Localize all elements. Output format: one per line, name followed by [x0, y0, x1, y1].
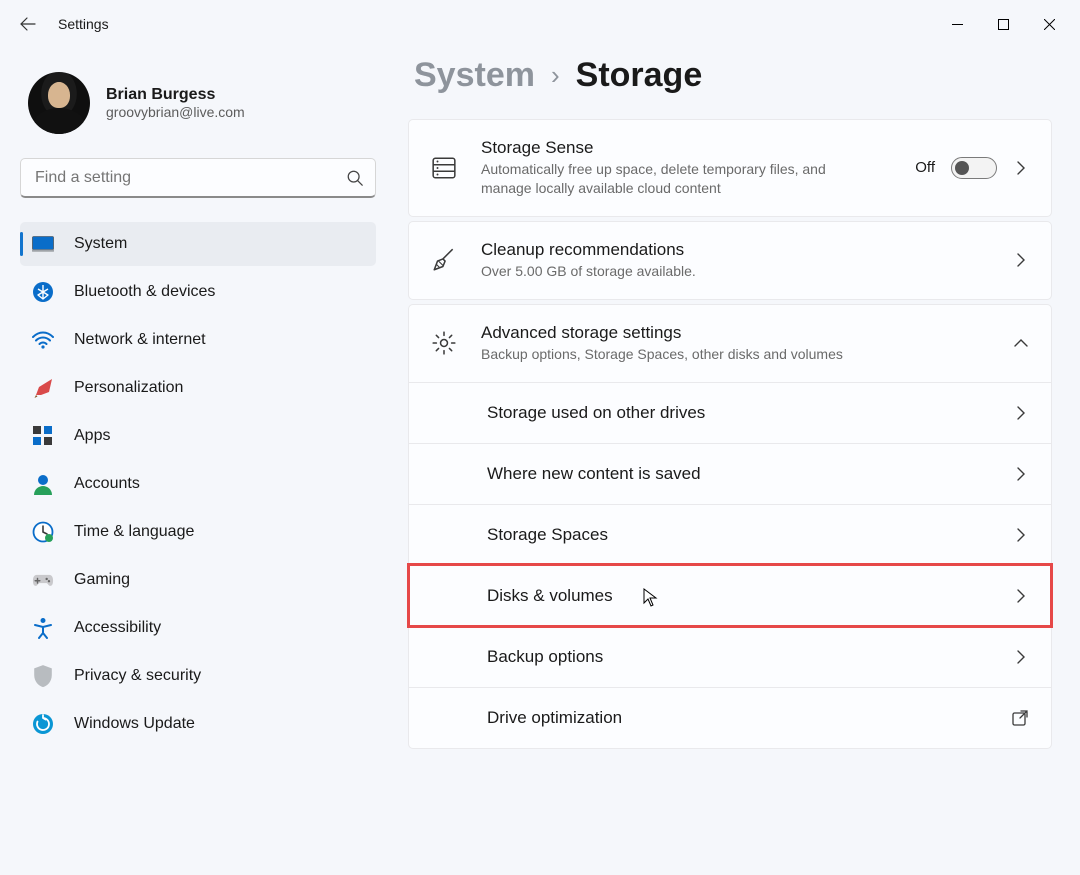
cleanup-card[interactable]: Cleanup recommendations Over 5.00 GB of …: [408, 221, 1052, 300]
minimize-button[interactable]: [934, 8, 980, 40]
back-button[interactable]: [8, 4, 48, 44]
advanced-header[interactable]: Advanced storage settings Backup options…: [409, 305, 1051, 382]
sidebar-item-accounts[interactable]: Accounts: [20, 462, 376, 506]
chevron-right-icon: [1013, 466, 1029, 482]
sidebar-item-label: Gaming: [74, 571, 130, 589]
profile-name: Brian Burgess: [106, 86, 245, 104]
profile-block[interactable]: Brian Burgess groovybrian@live.com: [20, 72, 376, 158]
sidebar-item-system[interactable]: System: [20, 222, 376, 266]
advanced-item-disks-volumes[interactable]: Disks & volumes: [409, 565, 1051, 626]
gear-icon: [431, 330, 457, 356]
breadcrumb-parent[interactable]: System: [414, 56, 535, 95]
chevron-right-icon: [1013, 160, 1029, 176]
sidebar-item-label: Windows Update: [74, 715, 195, 733]
sidebar-item-update[interactable]: Windows Update: [20, 702, 376, 746]
advanced-item-drive-optimization[interactable]: Drive optimization: [409, 687, 1051, 748]
sidebar: Brian Burgess groovybrian@live.com Syste…: [8, 48, 388, 875]
sidebar-item-gaming[interactable]: Gaming: [20, 558, 376, 602]
sidebar-item-label: Apps: [74, 427, 110, 445]
sidebar-item-label: Privacy & security: [74, 667, 201, 685]
row-title: Disks & volumes: [487, 586, 613, 606]
external-link-icon: [1011, 709, 1029, 727]
search-input[interactable]: [20, 158, 376, 198]
chevron-right-icon: [1013, 649, 1029, 665]
broom-icon: [431, 247, 457, 273]
breadcrumb-current: Storage: [576, 56, 703, 95]
row-title: Backup options: [487, 647, 603, 667]
brush-icon: [32, 377, 54, 399]
sidebar-item-label: Network & internet: [74, 331, 206, 349]
update-icon: [32, 713, 54, 735]
search-container: [20, 158, 376, 198]
advanced-item-new-content[interactable]: Where new content is saved: [409, 443, 1051, 504]
close-button[interactable]: [1026, 8, 1072, 40]
content: System › Storage Storage Sense Automatic…: [388, 48, 1072, 875]
avatar: [28, 72, 90, 134]
profile-email: groovybrian@live.com: [106, 104, 245, 120]
chevron-right-icon: ›: [551, 60, 560, 91]
arrow-left-icon: [20, 16, 36, 32]
toggle-label: Off: [915, 159, 935, 176]
shield-icon: [32, 665, 54, 687]
row-subtitle: Automatically free up space, delete temp…: [481, 160, 841, 198]
nav: System Bluetooth & devices Network & int…: [20, 222, 376, 746]
cursor-icon: [643, 588, 659, 608]
gamepad-icon: [32, 569, 54, 591]
sidebar-item-label: Time & language: [74, 523, 194, 541]
sidebar-item-privacy[interactable]: Privacy & security: [20, 654, 376, 698]
advanced-card: Advanced storage settings Backup options…: [408, 304, 1052, 749]
row-title: Storage Spaces: [487, 525, 608, 545]
sidebar-item-label: Accessibility: [74, 619, 161, 637]
sidebar-item-label: Bluetooth & devices: [74, 283, 215, 301]
sidebar-item-label: Personalization: [74, 379, 183, 397]
chevron-right-icon: [1013, 405, 1029, 421]
row-subtitle: Backup options, Storage Spaces, other di…: [481, 345, 1013, 364]
row-title: Cleanup recommendations: [481, 240, 1013, 260]
row-title: Storage used on other drives: [487, 403, 705, 423]
chevron-up-icon: [1013, 335, 1029, 351]
person-icon: [32, 473, 54, 495]
search-icon: [346, 169, 364, 187]
clock-icon: [32, 521, 54, 543]
sidebar-item-label: Accounts: [74, 475, 140, 493]
sidebar-item-time[interactable]: Time & language: [20, 510, 376, 554]
bluetooth-icon: [32, 281, 54, 303]
advanced-item-other-drives[interactable]: Storage used on other drives: [409, 382, 1051, 443]
row-title: Drive optimization: [487, 708, 622, 728]
maximize-icon: [998, 19, 1009, 30]
row-title: Storage Sense: [481, 138, 915, 158]
apps-icon: [32, 425, 54, 447]
sidebar-item-accessibility[interactable]: Accessibility: [20, 606, 376, 650]
storage-sense-card[interactable]: Storage Sense Automatically free up spac…: [408, 119, 1052, 217]
minimize-icon: [952, 19, 963, 30]
sidebar-item-network[interactable]: Network & internet: [20, 318, 376, 362]
chevron-right-icon: [1013, 588, 1029, 604]
storage-sense-toggle[interactable]: [951, 157, 997, 179]
maximize-button[interactable]: [980, 8, 1026, 40]
window-title: Settings: [58, 16, 109, 32]
sidebar-item-bluetooth[interactable]: Bluetooth & devices: [20, 270, 376, 314]
titlebar: Settings: [0, 0, 1080, 48]
disk-icon: [431, 155, 457, 181]
system-icon: [32, 233, 54, 255]
sidebar-item-personalization[interactable]: Personalization: [20, 366, 376, 410]
wifi-icon: [32, 329, 54, 351]
breadcrumb: System › Storage: [414, 56, 1052, 95]
close-icon: [1044, 19, 1055, 30]
accessibility-icon: [32, 617, 54, 639]
row-subtitle: Over 5.00 GB of storage available.: [481, 262, 1013, 281]
row-title: Advanced storage settings: [481, 323, 1013, 343]
chevron-right-icon: [1013, 252, 1029, 268]
chevron-right-icon: [1013, 527, 1029, 543]
sidebar-item-label: System: [74, 235, 127, 253]
sidebar-item-apps[interactable]: Apps: [20, 414, 376, 458]
advanced-item-storage-spaces[interactable]: Storage Spaces: [409, 504, 1051, 565]
row-title: Where new content is saved: [487, 464, 701, 484]
advanced-item-backup[interactable]: Backup options: [409, 626, 1051, 687]
